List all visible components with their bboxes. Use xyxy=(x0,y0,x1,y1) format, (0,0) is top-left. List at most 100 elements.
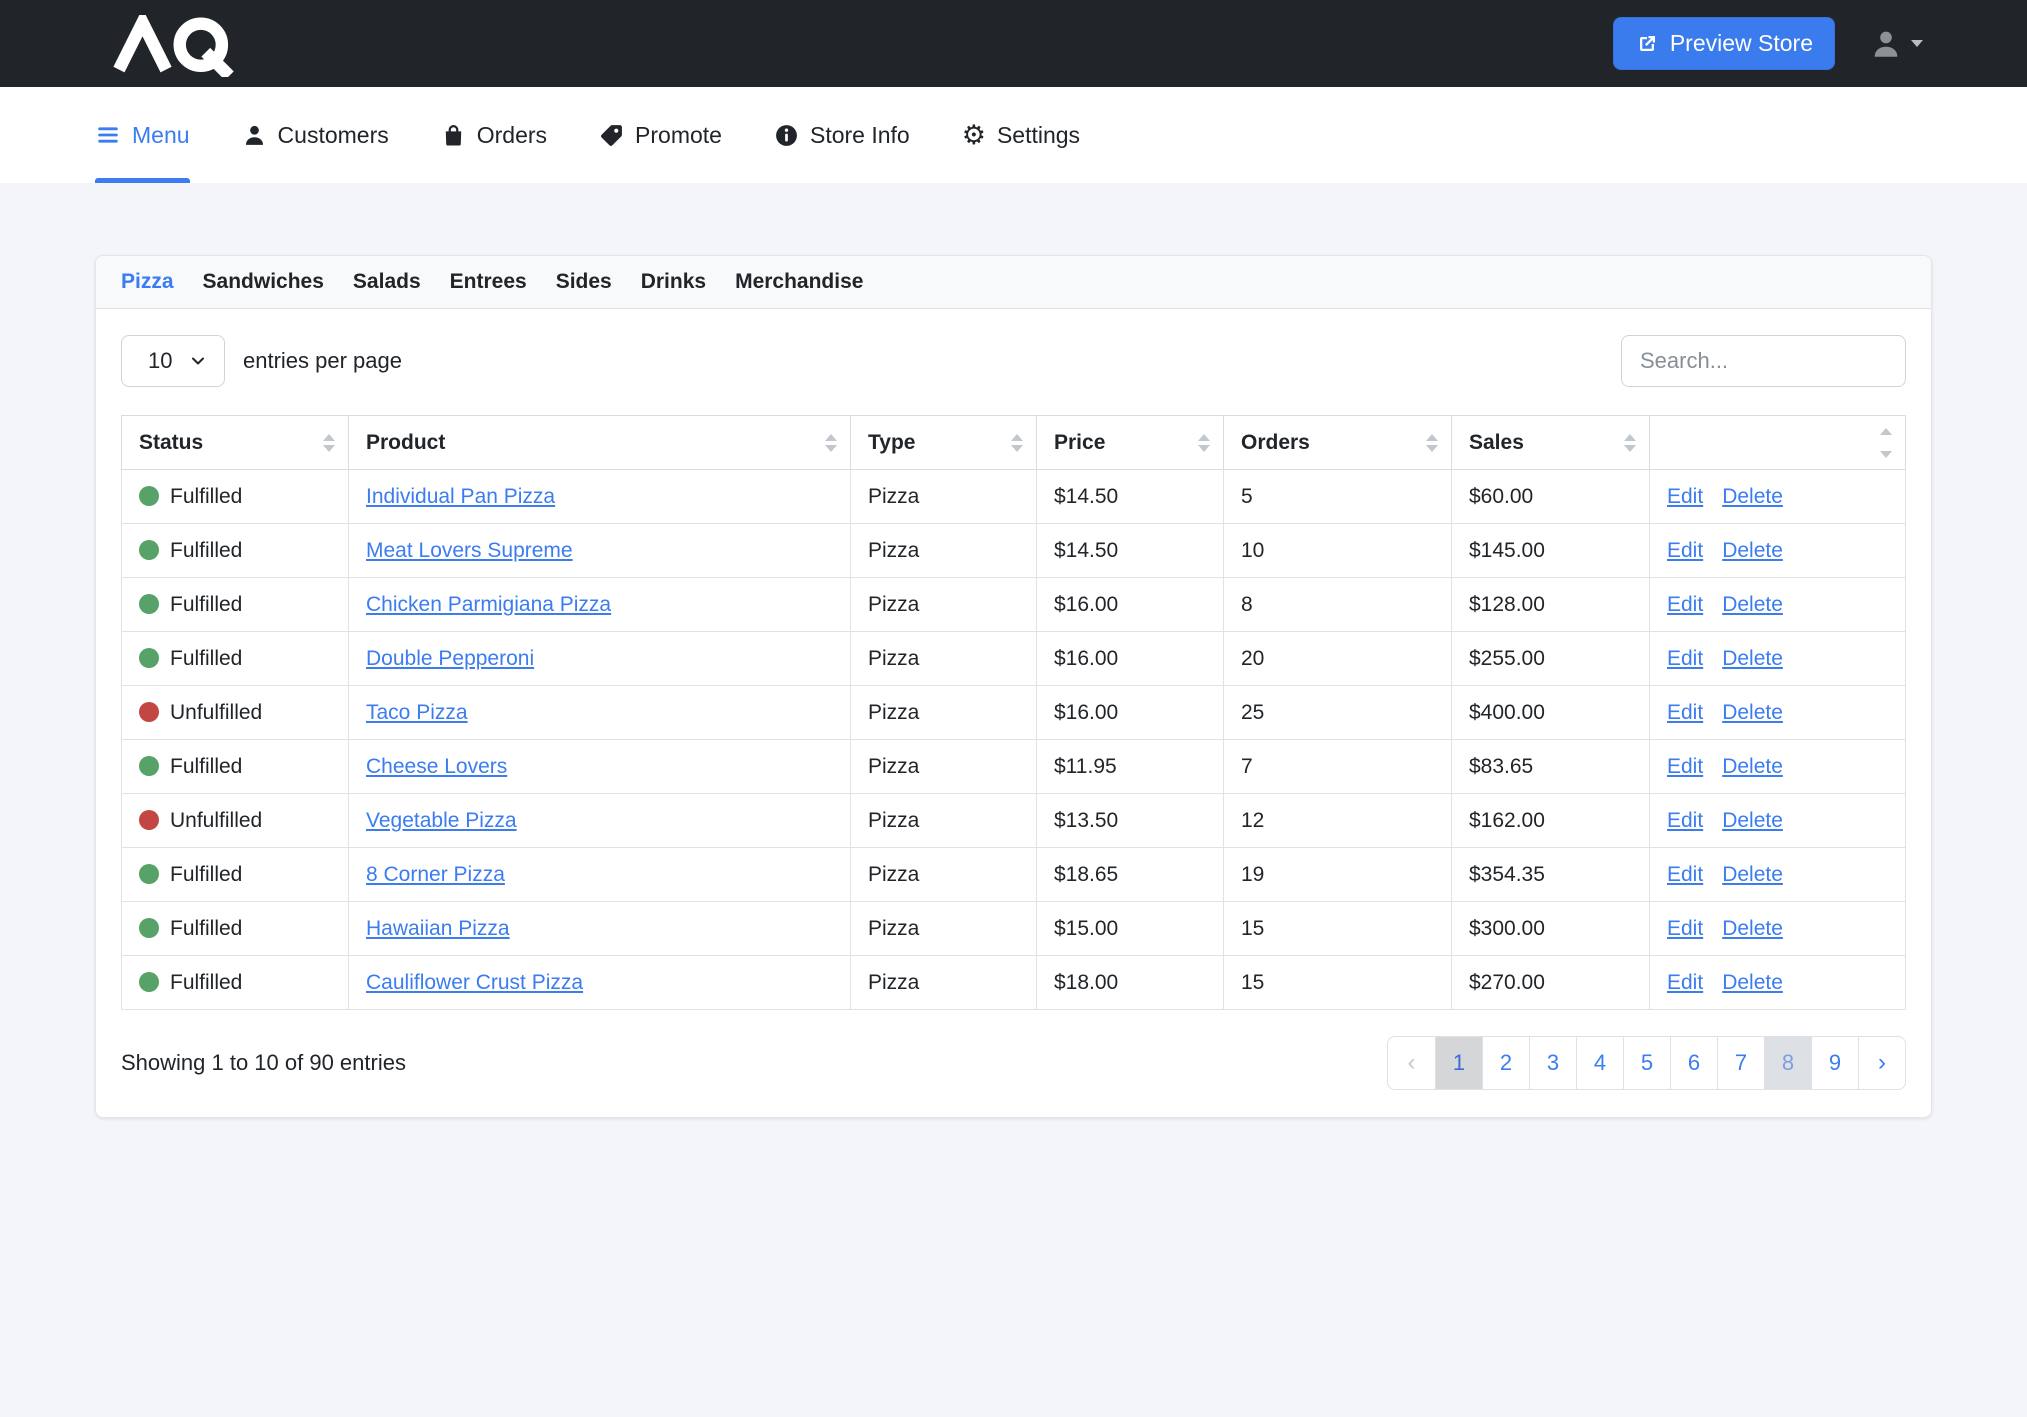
product-link[interactable]: Double Pepperoni xyxy=(366,647,534,670)
edit-link[interactable]: Edit xyxy=(1667,863,1703,886)
page-button-9[interactable]: 9 xyxy=(1811,1037,1858,1089)
brand-logo[interactable] xyxy=(90,15,262,77)
nav-item-orders[interactable]: Orders xyxy=(441,87,547,183)
pagination-next[interactable]: › xyxy=(1858,1037,1905,1089)
type-cell: Pizza xyxy=(851,902,1037,956)
orders-cell: 10 xyxy=(1224,524,1452,578)
column-header-actions[interactable] xyxy=(1650,416,1906,470)
table-row: Fulfilled Double Pepperoni Pizza $16.00 … xyxy=(122,632,1906,686)
product-link[interactable]: Chicken Parmigiana Pizza xyxy=(366,593,611,616)
sort-icon xyxy=(1011,434,1023,452)
tab-pizza[interactable]: Pizza xyxy=(121,270,174,294)
delete-link[interactable]: Delete xyxy=(1722,971,1783,994)
delete-link[interactable]: Delete xyxy=(1722,755,1783,778)
tab-merchandise[interactable]: Merchandise xyxy=(735,270,863,294)
status-cell: Fulfilled xyxy=(122,902,349,956)
column-header-status[interactable]: Status xyxy=(122,416,349,470)
nav-item-customers[interactable]: Customers xyxy=(242,87,389,183)
delete-link[interactable]: Delete xyxy=(1722,593,1783,616)
tab-sides[interactable]: Sides xyxy=(556,270,612,294)
user-menu[interactable] xyxy=(1869,27,1923,61)
product-link[interactable]: Hawaiian Pizza xyxy=(366,917,510,940)
edit-link[interactable]: Edit xyxy=(1667,917,1703,940)
delete-link[interactable]: Delete xyxy=(1722,917,1783,940)
bag-icon xyxy=(441,123,466,148)
main-nav: Menu Customers Orders Promote Store Info… xyxy=(0,87,2027,183)
edit-link[interactable]: Edit xyxy=(1667,593,1703,616)
edit-link[interactable]: Edit xyxy=(1667,755,1703,778)
delete-link[interactable]: Delete xyxy=(1722,863,1783,886)
preview-store-button[interactable]: Preview Store xyxy=(1613,17,1835,70)
edit-link[interactable]: Edit xyxy=(1667,701,1703,724)
status-dot-icon xyxy=(139,648,159,668)
pagination-prev[interactable]: ‹ xyxy=(1388,1037,1435,1089)
product-link[interactable]: Taco Pizza xyxy=(366,701,468,724)
edit-link[interactable]: Edit xyxy=(1667,485,1703,508)
status-label: Fulfilled xyxy=(170,971,242,994)
page-button-2[interactable]: 2 xyxy=(1482,1037,1529,1089)
page-button-3[interactable]: 3 xyxy=(1529,1037,1576,1089)
tab-sandwiches[interactable]: Sandwiches xyxy=(203,270,324,294)
column-header-type[interactable]: Type xyxy=(851,416,1037,470)
page-button-6[interactable]: 6 xyxy=(1670,1037,1717,1089)
search-input[interactable] xyxy=(1621,335,1906,387)
delete-link[interactable]: Delete xyxy=(1722,539,1783,562)
column-header-product[interactable]: Product xyxy=(349,416,851,470)
actions-cell: Edit Delete xyxy=(1650,686,1906,740)
user-icon xyxy=(1869,27,1903,61)
column-header-sales[interactable]: Sales xyxy=(1452,416,1650,470)
aq-logo-icon xyxy=(90,15,262,77)
page-button-8[interactable]: 8 xyxy=(1764,1037,1811,1089)
edit-link[interactable]: Edit xyxy=(1667,971,1703,994)
edit-link[interactable]: Edit xyxy=(1667,809,1703,832)
chevron-down-icon xyxy=(1911,40,1923,47)
delete-link[interactable]: Delete xyxy=(1722,485,1783,508)
sales-cell: $255.00 xyxy=(1452,632,1650,686)
nav-item-settings[interactable]: ⚙ Settings xyxy=(962,87,1080,183)
edit-link[interactable]: Edit xyxy=(1667,647,1703,670)
nav-item-menu[interactable]: Menu xyxy=(95,87,190,183)
status-cell: Fulfilled xyxy=(122,956,349,1010)
page-button-4[interactable]: 4 xyxy=(1576,1037,1623,1089)
product-link[interactable]: Cauliflower Crust Pizza xyxy=(366,971,583,994)
product-link[interactable]: Cheese Lovers xyxy=(366,755,507,778)
tab-salads[interactable]: Salads xyxy=(353,270,421,294)
delete-link[interactable]: Delete xyxy=(1722,647,1783,670)
orders-cell: 15 xyxy=(1224,956,1452,1010)
entries-per-page-select[interactable]: 10 xyxy=(121,335,225,387)
product-link[interactable]: Meat Lovers Supreme xyxy=(366,539,573,562)
tab-entrees[interactable]: Entrees xyxy=(450,270,527,294)
status-dot-icon xyxy=(139,810,159,830)
column-header-price[interactable]: Price xyxy=(1037,416,1224,470)
orders-cell: 15 xyxy=(1224,902,1452,956)
entries-per-page-label: entries per page xyxy=(243,348,402,374)
page-button-5[interactable]: 5 xyxy=(1623,1037,1670,1089)
product-link[interactable]: Vegetable Pizza xyxy=(366,809,517,832)
tab-drinks[interactable]: Drinks xyxy=(641,270,706,294)
status-label: Fulfilled xyxy=(170,647,242,670)
sort-icon xyxy=(323,434,335,452)
table-row: Fulfilled Individual Pan Pizza Pizza $14… xyxy=(122,470,1906,524)
sort-icon xyxy=(1426,434,1438,452)
nav-item-promote[interactable]: Promote xyxy=(599,87,722,183)
column-header-orders[interactable]: Orders xyxy=(1224,416,1452,470)
product-link[interactable]: 8 Corner Pizza xyxy=(366,863,505,886)
status-label: Fulfilled xyxy=(170,485,242,508)
page-button-7[interactable]: 7 xyxy=(1717,1037,1764,1089)
status-cell: Unfulfilled xyxy=(122,686,349,740)
showing-entries-text: Showing 1 to 10 of 90 entries xyxy=(121,1050,406,1076)
price-cell: $11.95 xyxy=(1037,740,1224,794)
delete-link[interactable]: Delete xyxy=(1722,701,1783,724)
price-cell: $18.65 xyxy=(1037,848,1224,902)
nav-item-store-info[interactable]: Store Info xyxy=(774,87,910,183)
price-cell: $16.00 xyxy=(1037,686,1224,740)
product-link[interactable]: Individual Pan Pizza xyxy=(366,485,555,508)
type-cell: Pizza xyxy=(851,632,1037,686)
edit-link[interactable]: Edit xyxy=(1667,539,1703,562)
nav-item-label: Promote xyxy=(635,122,722,149)
delete-link[interactable]: Delete xyxy=(1722,809,1783,832)
nav-item-label: Settings xyxy=(997,122,1080,149)
page-button-1[interactable]: 1 xyxy=(1435,1037,1482,1089)
actions-cell: Edit Delete xyxy=(1650,632,1906,686)
hamburger-icon xyxy=(95,122,121,148)
